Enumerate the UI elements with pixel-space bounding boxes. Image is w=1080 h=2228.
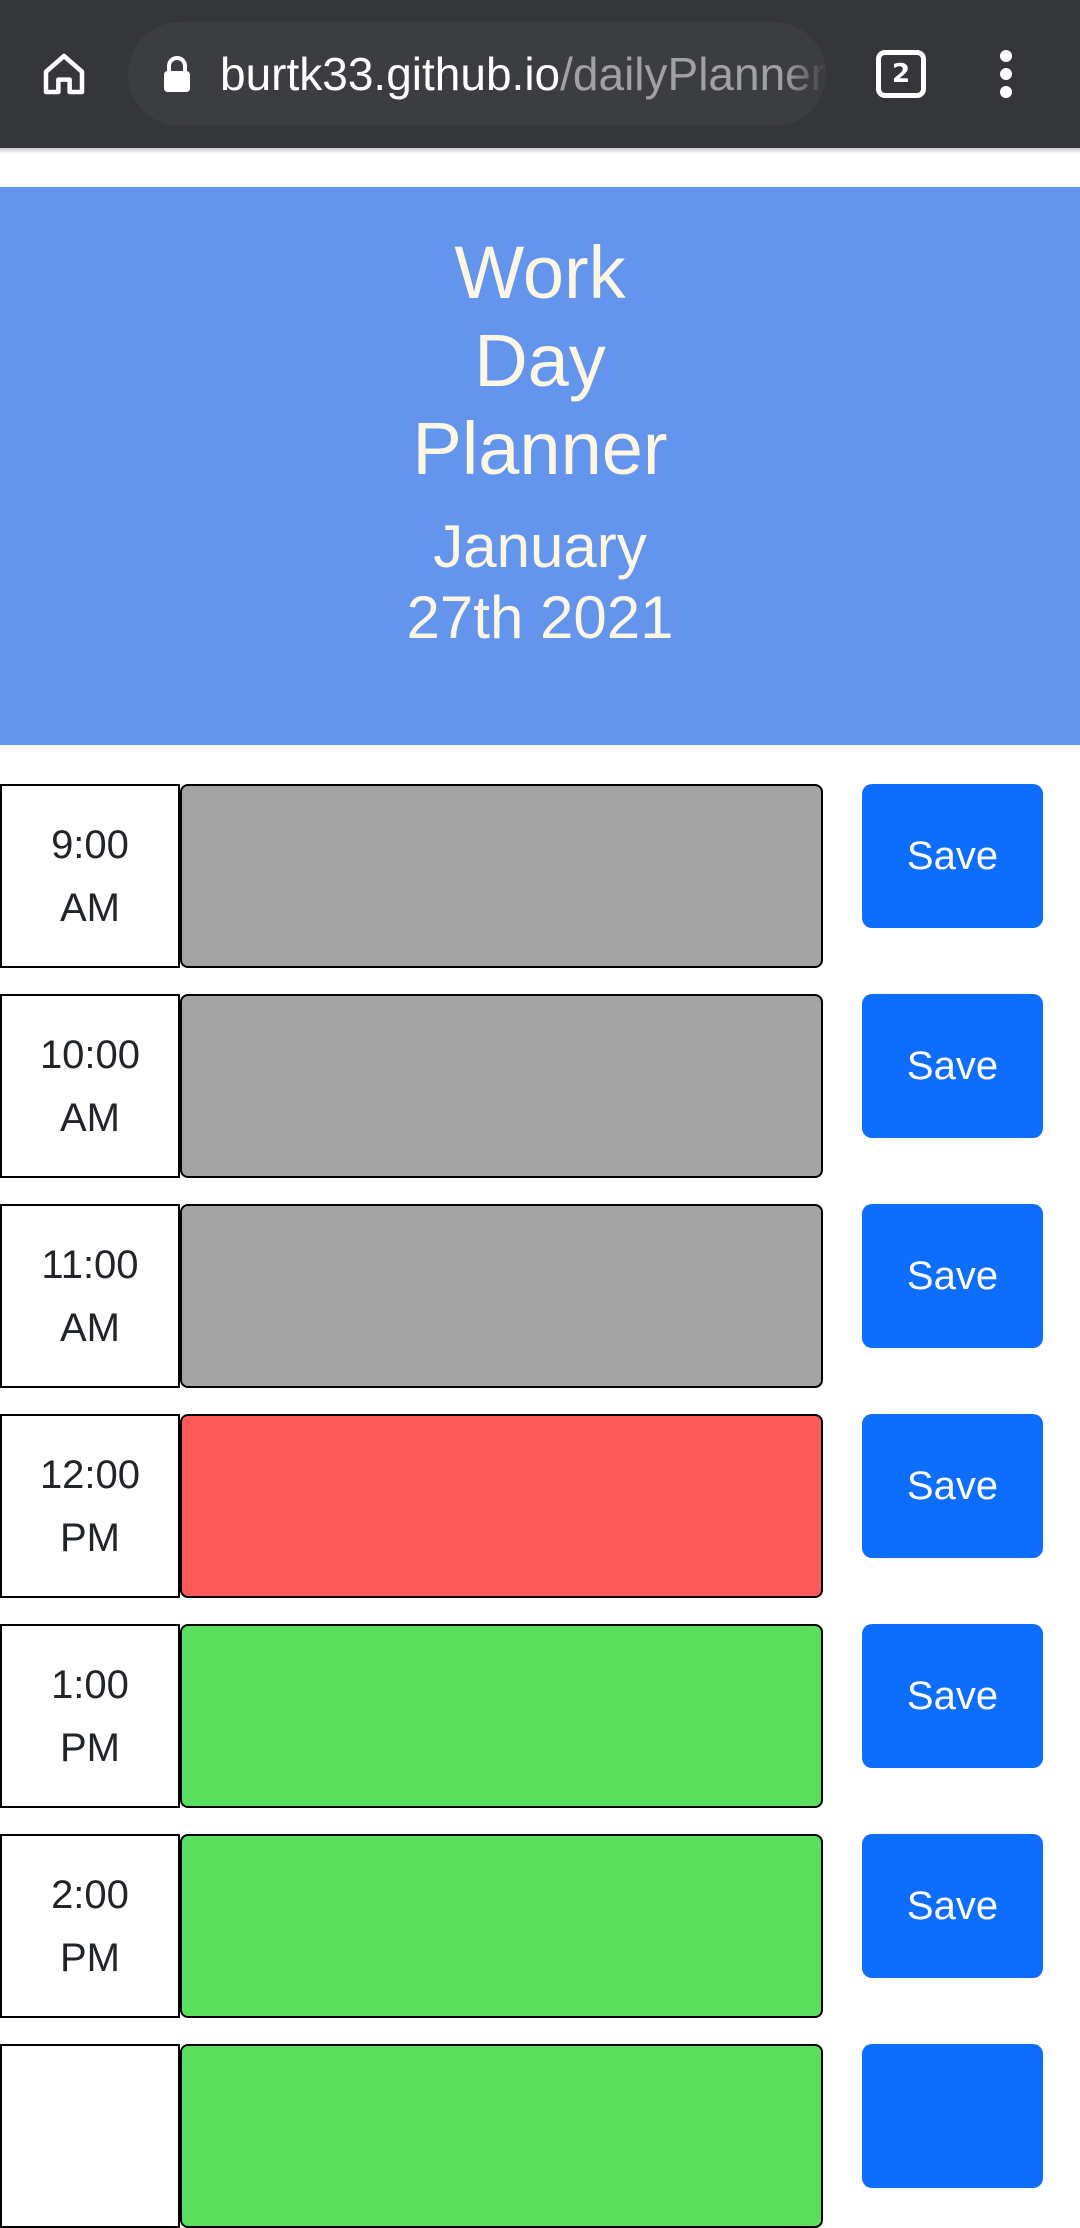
event-description-input[interactable] [180, 1204, 823, 1388]
hour-text: 1:00 [51, 1663, 129, 1707]
event-description-input[interactable] [180, 2044, 823, 2228]
hour-label: 9:00 AM [0, 784, 180, 968]
time-block-row: 2:00 PM Save [0, 1834, 1080, 2018]
event-description-input[interactable] [180, 1624, 823, 1808]
header-jumbotron: Work Day Planner January 27th 2021 [0, 187, 1080, 745]
address-bar[interactable]: burtk33.github.io/dailyPlanner [128, 22, 826, 126]
save-button[interactable]: Save [862, 994, 1043, 1138]
tab-switcher-button[interactable]: 2 [876, 50, 926, 98]
home-icon[interactable] [32, 42, 96, 106]
time-block-row [0, 2044, 1080, 2228]
date-line: 27th 2021 [406, 584, 674, 651]
hour-label: 2:00 PM [0, 1834, 180, 2018]
title-line: Day [474, 319, 606, 402]
page-title: Work Day Planner [0, 229, 1080, 493]
hour-text: 2:00 [51, 1873, 129, 1917]
overflow-menu-icon[interactable] [986, 48, 1026, 100]
time-block-row: 11:00 AM Save [0, 1204, 1080, 1388]
save-button[interactable]: Save [862, 1414, 1043, 1558]
event-description-input[interactable] [180, 1414, 823, 1598]
time-block-row: 10:00 AM Save [0, 994, 1080, 1178]
url-text: burtk33.github.io/dailyPlanner [220, 22, 826, 126]
hour-label: 10:00 AM [0, 994, 180, 1178]
save-button[interactable]: Save [862, 1204, 1043, 1348]
event-description-input[interactable] [180, 994, 823, 1178]
hour-label: 12:00 PM [0, 1414, 180, 1598]
hour-meridiem: AM [60, 1306, 120, 1350]
url-host: burtk33.github.io [220, 48, 561, 100]
save-button[interactable] [862, 2044, 1043, 2188]
save-button[interactable]: Save [862, 1834, 1043, 1978]
title-line: Work [454, 231, 626, 314]
save-button[interactable]: Save [862, 784, 1043, 928]
lock-icon [164, 56, 190, 92]
hour-meridiem: PM [60, 1516, 120, 1560]
url-fade [786, 22, 826, 126]
save-button[interactable]: Save [862, 1624, 1043, 1768]
toolbar-shadow [0, 148, 1080, 154]
time-block-row: 9:00 AM Save [0, 784, 1080, 968]
hour-label: 11:00 AM [0, 1204, 180, 1388]
date-line: January [433, 513, 647, 580]
hour-label [0, 2044, 180, 2228]
hour-text: 12:00 [39, 1453, 141, 1497]
hour-text: 9:00 [51, 823, 129, 867]
hour-meridiem: PM [60, 1726, 120, 1770]
hour-meridiem: PM [60, 1936, 120, 1980]
time-block-row: 1:00 PM Save [0, 1624, 1080, 1808]
current-date: January 27th 2021 [0, 511, 1080, 653]
time-block-row: 12:00 PM Save [0, 1414, 1080, 1598]
browser-toolbar: burtk33.github.io/dailyPlanner 2 [0, 0, 1080, 148]
hour-label: 1:00 PM [0, 1624, 180, 1808]
hour-text: 10:00 [39, 1033, 141, 1077]
event-description-input[interactable] [180, 1834, 823, 2018]
event-description-input[interactable] [180, 784, 823, 968]
hour-meridiem: AM [60, 886, 120, 930]
hour-text: 11:00 [41, 1243, 139, 1287]
hour-meridiem: AM [60, 1096, 120, 1140]
title-line: Planner [412, 407, 668, 490]
